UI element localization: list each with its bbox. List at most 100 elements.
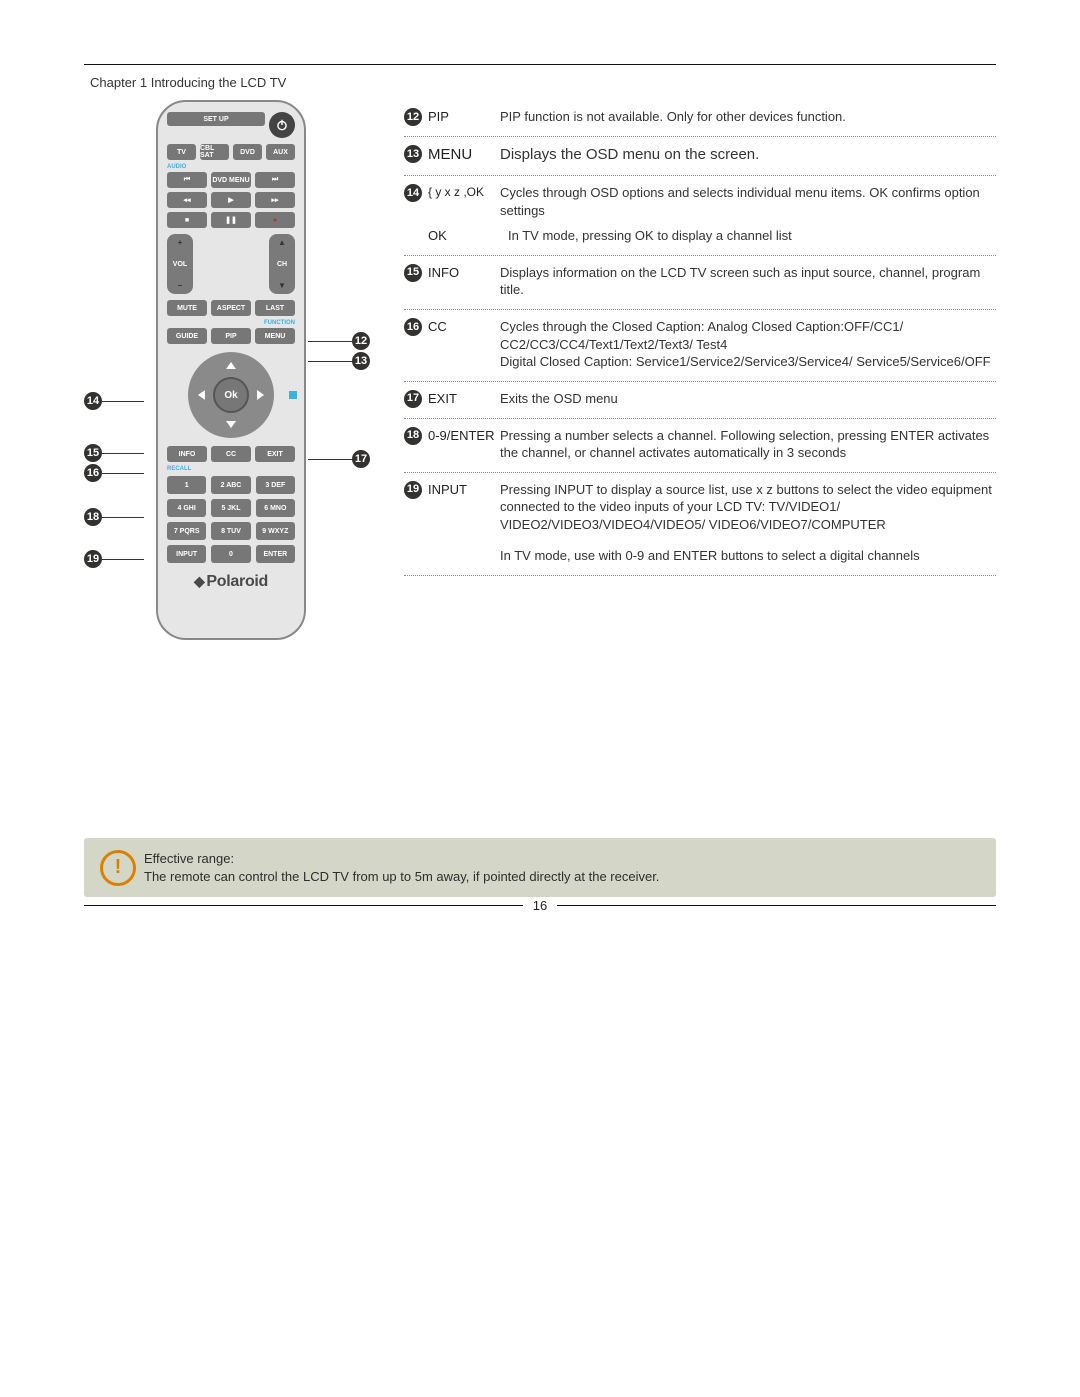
row-badge: 19 xyxy=(404,481,422,499)
callout-badge: 12 xyxy=(352,332,370,350)
remote-num-key: ENTER xyxy=(256,545,295,563)
remote-num-key: 4 GHI xyxy=(167,499,206,517)
remote-key: CC xyxy=(211,446,251,462)
callout-badge: 17 xyxy=(352,450,370,468)
arrow-left-icon xyxy=(198,390,205,400)
remote-ok-button: Ok xyxy=(213,377,249,413)
remote-num-key: 1 xyxy=(167,476,206,494)
table-row: 12 PIP PIP function is not available. On… xyxy=(404,100,996,137)
row-desc: Cycles through the Closed Caption: Analo… xyxy=(500,318,996,371)
table-row: 15 INFO Displays information on the LCD … xyxy=(404,256,996,310)
row-badge: 15 xyxy=(404,264,422,282)
cyan-marker xyxy=(289,391,297,399)
table-row: 13 MENU Displays the OSD menu on the scr… xyxy=(404,137,996,176)
callout: 19 xyxy=(84,550,144,568)
warning-icon: ! xyxy=(100,850,136,886)
page-number: 16 xyxy=(533,898,547,913)
remote-numpad: 1 2 ABC 3 DEF 4 GHI 5 JKL 6 MNO 7 PQRS 8… xyxy=(167,476,295,563)
remote-num-key: INPUT xyxy=(167,545,206,563)
row-label: EXIT xyxy=(428,390,500,408)
remote-num-key: 5 JKL xyxy=(211,499,250,517)
remote-body: SET UP TV CBL SAT DVD AUX AUDIO ⏮ xyxy=(156,100,306,640)
note-body: The remote can control the LCD TV from u… xyxy=(144,868,978,886)
remote-num-key: 8 TUV xyxy=(211,522,250,540)
remote-vol-rocker: + VOL − xyxy=(167,234,193,294)
remote-num-key: 7 PQRS xyxy=(167,522,206,540)
remote-accent: AUDIO xyxy=(167,164,295,170)
row-desc: PIP function is not available. Only for … xyxy=(500,108,996,126)
down-icon: ▼ xyxy=(278,281,286,290)
manual-page: Chapter 1 Introducing the LCD TV SET UP … xyxy=(0,0,1080,1397)
row-desc: Displays information on the LCD TV scree… xyxy=(500,264,996,299)
remote-key: GUIDE xyxy=(167,328,207,344)
remote-key: PIP xyxy=(211,328,251,344)
remote-key: ASPECT xyxy=(211,300,251,316)
remote-illustration: SET UP TV CBL SAT DVD AUX AUDIO ⏮ xyxy=(84,100,384,660)
row-badge: 17 xyxy=(404,390,422,408)
remote-key: AUX xyxy=(266,144,295,160)
footer-rule xyxy=(84,905,523,906)
remote-label: VOL xyxy=(173,261,187,268)
callout-badge: 19 xyxy=(84,550,102,568)
remote-num-key: 2 ABC xyxy=(211,476,250,494)
callout-badge: 14 xyxy=(84,392,102,410)
minus-icon: − xyxy=(178,281,183,290)
power-icon xyxy=(269,112,295,138)
row-desc: Displays the OSD menu on the screen. xyxy=(500,145,996,165)
remote-key: TV xyxy=(167,144,196,160)
row-desc: Pressing INPUT to display a source list,… xyxy=(500,481,996,565)
arrow-right-icon xyxy=(257,390,264,400)
remote-key: EXIT xyxy=(255,446,295,462)
callout: 12 xyxy=(308,332,370,350)
remote-key: ● xyxy=(255,212,295,228)
callout: 14 xyxy=(84,392,144,410)
callout-badge: 13 xyxy=(352,352,370,370)
remote-label: CH xyxy=(277,261,287,268)
top-rule xyxy=(84,64,996,65)
remote-key: DVD xyxy=(233,144,262,160)
row-label: PIP xyxy=(428,108,500,126)
row-desc: Cycles through OSD options and selects i… xyxy=(500,184,996,219)
remote-key: CBL SAT xyxy=(200,144,229,160)
row-extra: In TV mode, use with 0-9 and ENTER butto… xyxy=(500,547,996,565)
remote-key: LAST xyxy=(255,300,295,316)
table-row: 18 0-9/ENTER Pressing a number selects a… xyxy=(404,419,996,473)
remote-key: INFO xyxy=(167,446,207,462)
note-box: ! Effective range: The remote can contro… xyxy=(84,838,996,897)
row-label: INFO xyxy=(428,264,500,299)
remote-num-key: 0 xyxy=(211,545,250,563)
remote-key: ■ xyxy=(167,212,207,228)
callout-badge: 18 xyxy=(84,508,102,526)
content-row: SET UP TV CBL SAT DVD AUX AUDIO ⏮ xyxy=(84,100,996,660)
callout-badge: 16 xyxy=(84,464,102,482)
callout: 15 xyxy=(84,444,144,462)
table-subrow: OK In TV mode, pressing OK to display a … xyxy=(404,225,996,255)
row-badge: 13 xyxy=(404,145,422,163)
arrow-down-icon xyxy=(226,421,236,428)
row-badge: 14 xyxy=(404,184,422,202)
remote-ch-rocker: ▲ CH ▼ xyxy=(269,234,295,294)
table-row: 16 CC Cycles through the Closed Caption:… xyxy=(404,310,996,382)
diamond-icon: ◆ xyxy=(194,573,204,589)
row-label: { y x z ,OK xyxy=(428,184,500,219)
row-label: CC xyxy=(428,318,500,371)
row-label: 0-9/ENTER xyxy=(428,427,500,462)
page-footer: 16 xyxy=(84,898,996,913)
callout-badge: 15 xyxy=(84,444,102,462)
remote-key: ◂◂ xyxy=(167,192,207,208)
remote-key: ▸▸ xyxy=(255,192,295,208)
remote-key: DVD MENU xyxy=(211,172,251,188)
table-row: 19 INPUT Pressing INPUT to display a sou… xyxy=(404,473,996,576)
remote-num-key: 9 WXYZ xyxy=(256,522,295,540)
row-desc: Pressing a number selects a channel. Fol… xyxy=(500,427,996,462)
remote-key: MENU xyxy=(255,328,295,344)
plus-icon: + xyxy=(178,238,183,247)
remote-accent: FUNCTION xyxy=(167,320,295,326)
note-title: Effective range: xyxy=(144,850,978,868)
remote-key: ⏭ xyxy=(255,172,295,188)
callout: 17 xyxy=(308,450,370,468)
up-icon: ▲ xyxy=(278,238,286,247)
table-row: 17 EXIT Exits the OSD menu xyxy=(404,382,996,419)
row-badge: 12 xyxy=(404,108,422,126)
table-row: 14 { y x z ,OK Cycles through OSD option… xyxy=(404,176,996,225)
